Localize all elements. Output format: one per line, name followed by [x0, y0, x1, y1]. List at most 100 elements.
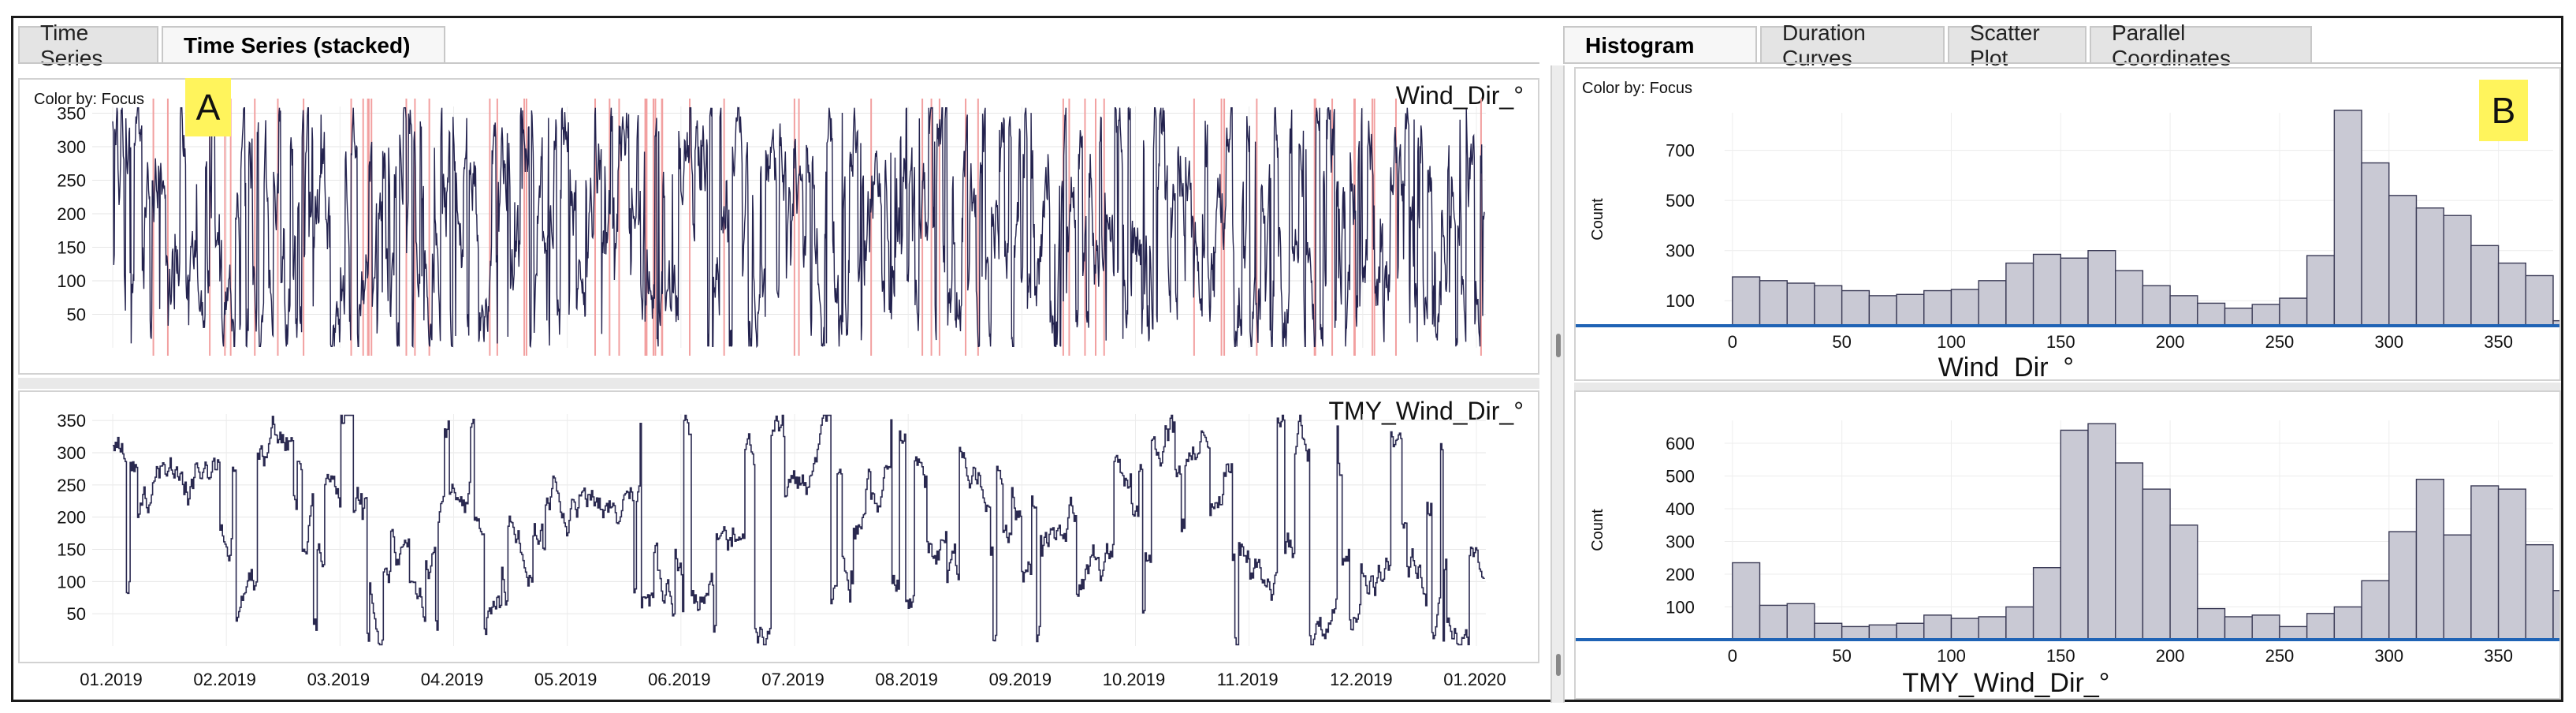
- y-tick-label: 200: [1666, 565, 1695, 584]
- y-tick-label: 350: [57, 104, 86, 124]
- histogram-bar: [2497, 488, 2526, 640]
- histogram-bar: [2224, 308, 2253, 327]
- x-tick-label: 250: [2265, 332, 2295, 352]
- divider-grip-top[interactable]: [1556, 334, 1561, 357]
- histogram-bar: [2251, 614, 2280, 640]
- x-tick-label: 250: [2265, 646, 2295, 666]
- histogram-bar: [2306, 255, 2336, 327]
- histogram-bar: [1868, 624, 1897, 640]
- histogram-bar: [1950, 289, 1979, 327]
- histogram-bar: [2525, 543, 2554, 640]
- histogram-bar: [2115, 270, 2144, 327]
- right-tab-underline: [1563, 62, 2561, 64]
- histogram-bar: [2361, 162, 2390, 327]
- histogram-bar: [2087, 250, 2116, 327]
- tab-duration-curves[interactable]: Duration Curves: [1760, 21, 1945, 70]
- histogram-bar: [2497, 262, 2526, 327]
- histogram-chart-tmy-wind-dir: 100 200 300 400 500 600 0 50 100 150 200 250 300 350 C…: [1576, 420, 2559, 698]
- histogram-bar: [1814, 622, 1843, 640]
- histogram-bar: [2142, 488, 2171, 640]
- x-tick-label: 50: [1832, 332, 1851, 352]
- histogram-bar: [1978, 616, 2007, 640]
- histogram-bar: [2060, 429, 2089, 640]
- app-window: Time Series Time Series (stacked) Histog…: [11, 16, 2563, 703]
- histogram-bar: [2443, 215, 2472, 327]
- histogram-bar: [2415, 478, 2444, 640]
- histogram-bar: [1868, 295, 1897, 327]
- histogram-bar: [1786, 603, 1815, 640]
- y-tick-label: 100: [1666, 598, 1695, 618]
- y-tick-label: 50: [67, 604, 86, 624]
- histogram-bar: [1814, 285, 1843, 327]
- x-tick-label: 02.2019: [193, 670, 256, 689]
- histogram-bar: [1732, 276, 1761, 327]
- histogram-pane-tmy-wind-dir[interactable]: 100 200 300 400 500 600 0 50 100 150 200 250 300 350 C…: [1574, 390, 2561, 700]
- y-axis-label: Count: [1589, 198, 1606, 241]
- histogram-bar: [2005, 606, 2034, 640]
- pane-splitter-right[interactable]: [1574, 383, 2561, 390]
- x-tick-label: 01.2020: [1443, 670, 1506, 689]
- marker-a: A: [185, 78, 231, 136]
- histogram-bar: [2279, 297, 2308, 327]
- histogram-bar: [2333, 606, 2362, 640]
- time-series-chart-wind-dir: 50 100 150 200 250 300 350: [57, 99, 1486, 356]
- x-tick-label: 04.2019: [421, 670, 484, 689]
- y-tick-label: 600: [1666, 434, 1695, 454]
- time-series-pane-wind-dir[interactable]: Color by: Focus Wind_Dir_° 50 100 150 200 25…: [18, 78, 1539, 375]
- histogram-bar: [2169, 524, 2198, 640]
- histogram-bar: [2060, 257, 2089, 327]
- histogram-bar: [1759, 280, 1788, 327]
- time-series-pane-tmy-wind-dir[interactable]: TMY_Wind_Dir_° 50 100 150 200 250 300 350: [18, 390, 1539, 663]
- y-axis-label: Count: [1589, 509, 1606, 551]
- y-tick-label: 50: [67, 305, 86, 325]
- tab-histogram[interactable]: Histogram: [1563, 26, 1757, 64]
- right-tab-bar: Histogram Duration Curves Scatter Plot P…: [1563, 21, 2315, 70]
- histogram-pane-wind-dir[interactable]: Color by: Focus 100 300 500 700 0 50 100 150 200…: [1574, 67, 2561, 381]
- histogram-bar: [1786, 282, 1815, 327]
- histogram-bar: [2032, 567, 2061, 640]
- x-tick-label: 100: [1937, 646, 1966, 666]
- tab-time-series[interactable]: Time Series: [18, 21, 158, 70]
- divider-grip-bottom[interactable]: [1556, 654, 1561, 676]
- histogram-bar: [2552, 590, 2559, 640]
- x-tick-label: 0: [1728, 646, 1737, 666]
- histogram-bar: [1923, 289, 1952, 327]
- x-tick-label: 350: [2484, 332, 2513, 352]
- tab-scatter-plot[interactable]: Scatter Plot: [1948, 21, 2086, 70]
- view-divider[interactable]: [1550, 65, 1565, 703]
- histogram-bar: [1841, 289, 1871, 327]
- left-tab-underline: [18, 62, 1539, 64]
- x-tick-label: 300: [2374, 332, 2403, 352]
- y-tick-label: 150: [57, 238, 86, 258]
- y-tick-label: 100: [1666, 291, 1695, 311]
- histogram-bar: [1732, 562, 1761, 640]
- x-tick-label: 200: [2156, 646, 2185, 666]
- x-tick-label: 0: [1728, 332, 1737, 352]
- histogram-bar: [1841, 625, 1871, 640]
- y-tick-label: 500: [1666, 191, 1695, 211]
- y-tick-label: 200: [57, 508, 86, 528]
- histogram-bar: [2224, 616, 2253, 640]
- histogram-bar: [2443, 534, 2472, 640]
- y-tick-label: 200: [57, 204, 86, 224]
- x-tick-label: 200: [2156, 332, 2185, 352]
- tab-time-series-stacked[interactable]: Time Series (stacked): [162, 26, 445, 64]
- tab-parallel-coordinates[interactable]: Parallel Coordinates: [2090, 21, 2312, 70]
- histogram-bar: [2306, 613, 2336, 640]
- x-tick-label: 07.2019: [761, 670, 825, 689]
- series-line: [113, 414, 1485, 646]
- histogram-bar: [2087, 423, 2116, 640]
- y-tick-label: 300: [1666, 532, 1695, 552]
- histogram-bar: [1923, 614, 1952, 640]
- y-tick-label: 250: [57, 171, 86, 191]
- x-tick-label: 100: [1937, 332, 1966, 352]
- pane-splitter-left[interactable]: [18, 378, 1539, 389]
- time-axis: 01.2019 02.2019 03.2019 04.2019 05.2019 06.20…: [80, 670, 1506, 689]
- histogram-bar: [2142, 285, 2171, 327]
- x-tick-label: 12.2019: [1330, 670, 1393, 689]
- y-tick-label: 350: [57, 411, 86, 431]
- histogram-bar: [1759, 604, 1788, 640]
- x-tick-label: 11.2019: [1217, 670, 1279, 689]
- y-tick-label: 300: [57, 137, 86, 157]
- y-tick-label: 150: [57, 540, 86, 560]
